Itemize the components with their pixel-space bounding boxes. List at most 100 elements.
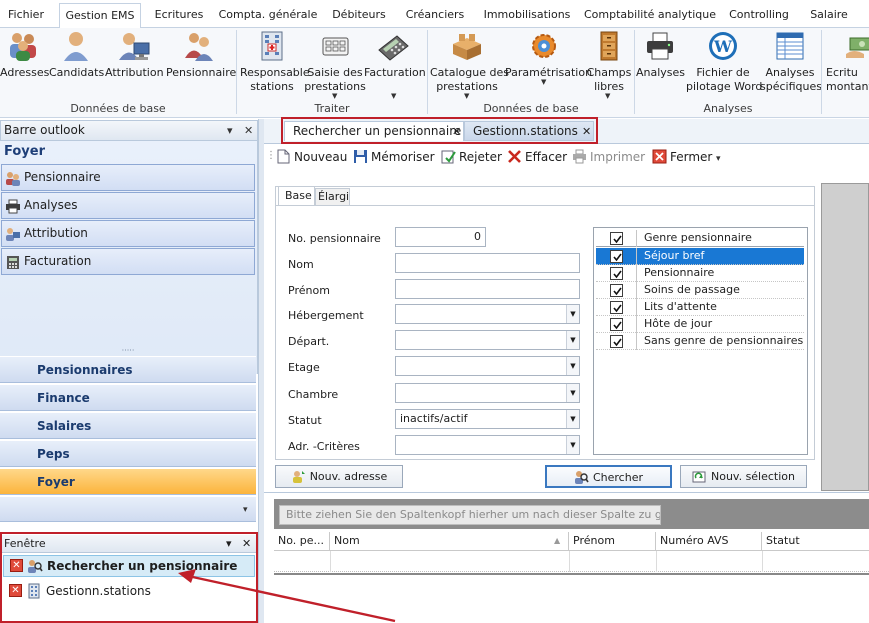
column-header-nom[interactable]: Nom ▲ bbox=[330, 532, 569, 550]
checklist-row-pensionnaire[interactable]: Pensionnaire bbox=[596, 265, 804, 282]
rejeter-button[interactable]: Rejeter bbox=[441, 148, 502, 166]
fermer-button[interactable]: Fermer bbox=[652, 148, 712, 166]
nouveau-button[interactable]: Nouveau bbox=[276, 148, 347, 166]
chevron-down-icon[interactable]: ▼ bbox=[541, 78, 546, 86]
menu-tab-debiteurs[interactable]: Débiteurs bbox=[330, 3, 388, 28]
chevron-down-icon[interactable]: ▼ bbox=[566, 436, 579, 454]
ribbon-fichier-pilotage-word-button[interactable]: W Fichier de pilotage Word bbox=[686, 30, 762, 94]
menu-tab-fichier[interactable]: Fichier bbox=[4, 3, 48, 28]
checkbox[interactable] bbox=[610, 284, 623, 297]
chevron-down-icon[interactable]: ▼ bbox=[332, 92, 337, 100]
checkbox[interactable] bbox=[610, 267, 623, 280]
menu-tab-comptabilite-analytique[interactable]: Comptabilité analytique bbox=[584, 3, 716, 28]
imprimer-button[interactable]: Imprimer bbox=[572, 148, 645, 166]
chevron-down-icon[interactable]: ▼ bbox=[566, 305, 579, 323]
checkbox[interactable] bbox=[610, 232, 623, 245]
group-salaires[interactable]: Salaires bbox=[0, 412, 256, 439]
checklist-row-sans-genre[interactable]: Sans genre de pensionnaires bbox=[596, 333, 804, 350]
nom-input[interactable] bbox=[395, 253, 580, 273]
ribbon-analyses-specifiques-button[interactable]: Analyses spécifiques bbox=[760, 30, 822, 94]
nouv-adresse-button[interactable]: Nouv. adresse bbox=[275, 465, 403, 488]
toolbar-overflow-icon[interactable]: ▾ bbox=[716, 154, 721, 164]
column-header-statut[interactable]: Statut bbox=[762, 532, 869, 550]
group-foyer[interactable]: Foyer bbox=[0, 468, 256, 495]
group-peps[interactable]: Peps bbox=[0, 440, 256, 467]
menu-tab-immobilisations[interactable]: Immobilisations bbox=[481, 3, 573, 28]
memoriser-button[interactable]: Mémoriser bbox=[353, 148, 435, 166]
ribbon-adresses-button[interactable]: Adresses bbox=[0, 30, 49, 80]
checkbox[interactable] bbox=[610, 335, 623, 348]
checklist-row-soins-passage[interactable]: Soins de passage bbox=[596, 282, 804, 299]
etage-select[interactable]: ▼ bbox=[395, 356, 580, 376]
doc-tab-gestionn-stations[interactable]: Gestionn.stations ✕ bbox=[464, 121, 594, 141]
ribbon-responsable-stations-button[interactable]: Responsable stations bbox=[240, 30, 310, 94]
toolbar-grip[interactable]: ⋮ bbox=[266, 150, 276, 161]
checklist-row-hote-jour[interactable]: Hôte de jour bbox=[596, 316, 804, 333]
hebergement-select[interactable]: ▼ bbox=[395, 304, 580, 324]
pin-dropdown-icon[interactable]: ▾ bbox=[227, 121, 233, 140]
form-tab-elargi[interactable]: Élargi bbox=[315, 188, 350, 206]
group-pensionnaires[interactable]: Pensionnaires bbox=[0, 356, 256, 383]
menu-tab-ecritures[interactable]: Ecritures bbox=[150, 3, 208, 28]
ribbon-champs-libres-button[interactable]: Champs libres bbox=[585, 30, 633, 94]
ribbon-saisie-prestations-button[interactable]: Saisie des prestations bbox=[304, 30, 366, 94]
outlook-item-analyses[interactable]: Analyses bbox=[1, 192, 255, 219]
checkbox[interactable] bbox=[610, 301, 623, 314]
outlook-item-attribution[interactable]: Attribution bbox=[1, 220, 255, 247]
ribbon-ecritures-montant-button[interactable]: Ecritu montant bbox=[824, 30, 869, 94]
chevron-down-icon[interactable]: ▼ bbox=[566, 410, 579, 428]
chevron-down-icon[interactable]: ▼ bbox=[566, 357, 579, 375]
chevron-down-icon[interactable]: ▼ bbox=[566, 331, 579, 349]
chevron-down-icon[interactable]: ▼ bbox=[605, 92, 610, 100]
chercher-button[interactable]: Chercher bbox=[545, 465, 672, 488]
prenom-input[interactable] bbox=[395, 279, 580, 299]
column-header-prenom[interactable]: Prénom bbox=[569, 532, 656, 550]
chambre-select[interactable]: ▼ bbox=[395, 383, 580, 403]
overflow-button[interactable]: ▾ bbox=[0, 496, 256, 522]
checkbox[interactable] bbox=[610, 250, 623, 263]
menu-tab-salaire[interactable]: Salaire bbox=[806, 3, 852, 28]
outlook-item-facturation[interactable]: Facturation bbox=[1, 248, 255, 275]
close-icon[interactable]: ✕ bbox=[244, 121, 253, 140]
pin-dropdown-icon[interactable]: ▾ bbox=[226, 535, 232, 552]
menu-tab-controlling[interactable]: Controlling bbox=[726, 3, 792, 28]
ribbon-attribution-button[interactable]: Attribution bbox=[105, 30, 164, 80]
chevron-down-icon[interactable]: ▼ bbox=[391, 92, 396, 100]
close-icon[interactable]: ✕ bbox=[582, 122, 591, 141]
chevron-down-icon[interactable]: ▼ bbox=[566, 384, 579, 402]
menu-tab-creanciers[interactable]: Créanciers bbox=[403, 3, 467, 28]
ribbon-parametrisation-button[interactable]: Paramétrisation bbox=[505, 30, 592, 80]
ribbon-analyses-button[interactable]: Analyses bbox=[636, 30, 685, 80]
chevron-down-icon[interactable]: ▼ bbox=[464, 92, 469, 100]
nouv-adresse-label: Nouv. adresse bbox=[309, 470, 388, 483]
checklist-row-lits-attente[interactable]: Lits d'attente bbox=[596, 299, 804, 316]
ribbon-pensionnaire-button[interactable]: Pensionnaire bbox=[166, 30, 236, 80]
ribbon-catalogue-prestations-button[interactable]: Catalogue des prestations bbox=[430, 30, 509, 94]
outlook-item-pensionnaire[interactable]: Pensionnaire bbox=[1, 164, 255, 191]
checklist-header-row[interactable]: Genre pensionnaire bbox=[596, 230, 804, 247]
column-header-numero-avs[interactable]: Numéro AVS bbox=[656, 532, 762, 550]
splitter-handle[interactable]: ····· bbox=[0, 347, 256, 355]
checkbox[interactable] bbox=[610, 318, 623, 331]
statut-select[interactable]: inactifs/actif ▼ bbox=[395, 409, 580, 429]
group-finance[interactable]: Finance bbox=[0, 384, 256, 411]
adr-criteres-select[interactable]: ▼ bbox=[395, 435, 580, 455]
column-header-no-pensionnaire[interactable]: No. pe... bbox=[274, 532, 330, 550]
close-icon[interactable]: ✕ bbox=[10, 559, 23, 572]
checklist-row-sejour-bref[interactable]: Séjour bref bbox=[596, 248, 804, 265]
hebergement-label: Hébergement bbox=[288, 309, 364, 322]
nouv-selection-button[interactable]: Nouv. sélection bbox=[680, 465, 807, 488]
ribbon-candidats-button[interactable]: Candidats bbox=[49, 30, 104, 80]
depart-select[interactable]: ▼ bbox=[395, 330, 580, 350]
close-icon[interactable]: ✕ bbox=[452, 122, 461, 141]
ribbon-attribution-label: Attribution bbox=[105, 66, 164, 79]
ribbon-facturation-button[interactable]: Facturation bbox=[364, 30, 426, 80]
close-icon[interactable]: ✕ bbox=[242, 535, 251, 552]
menu-tab-gestion-ems[interactable]: Gestion EMS bbox=[59, 3, 141, 29]
effacer-button[interactable]: Effacer bbox=[507, 148, 567, 166]
form-tab-base[interactable]: Base bbox=[278, 186, 315, 206]
menu-tab-compta-generale[interactable]: Compta. générale bbox=[218, 3, 318, 28]
doc-tab-rechercher[interactable]: Rechercher un pensionnaire ✕ bbox=[284, 121, 464, 141]
close-icon[interactable]: ✕ bbox=[9, 584, 22, 597]
no-pensionnaire-input[interactable]: 0 bbox=[395, 227, 486, 247]
